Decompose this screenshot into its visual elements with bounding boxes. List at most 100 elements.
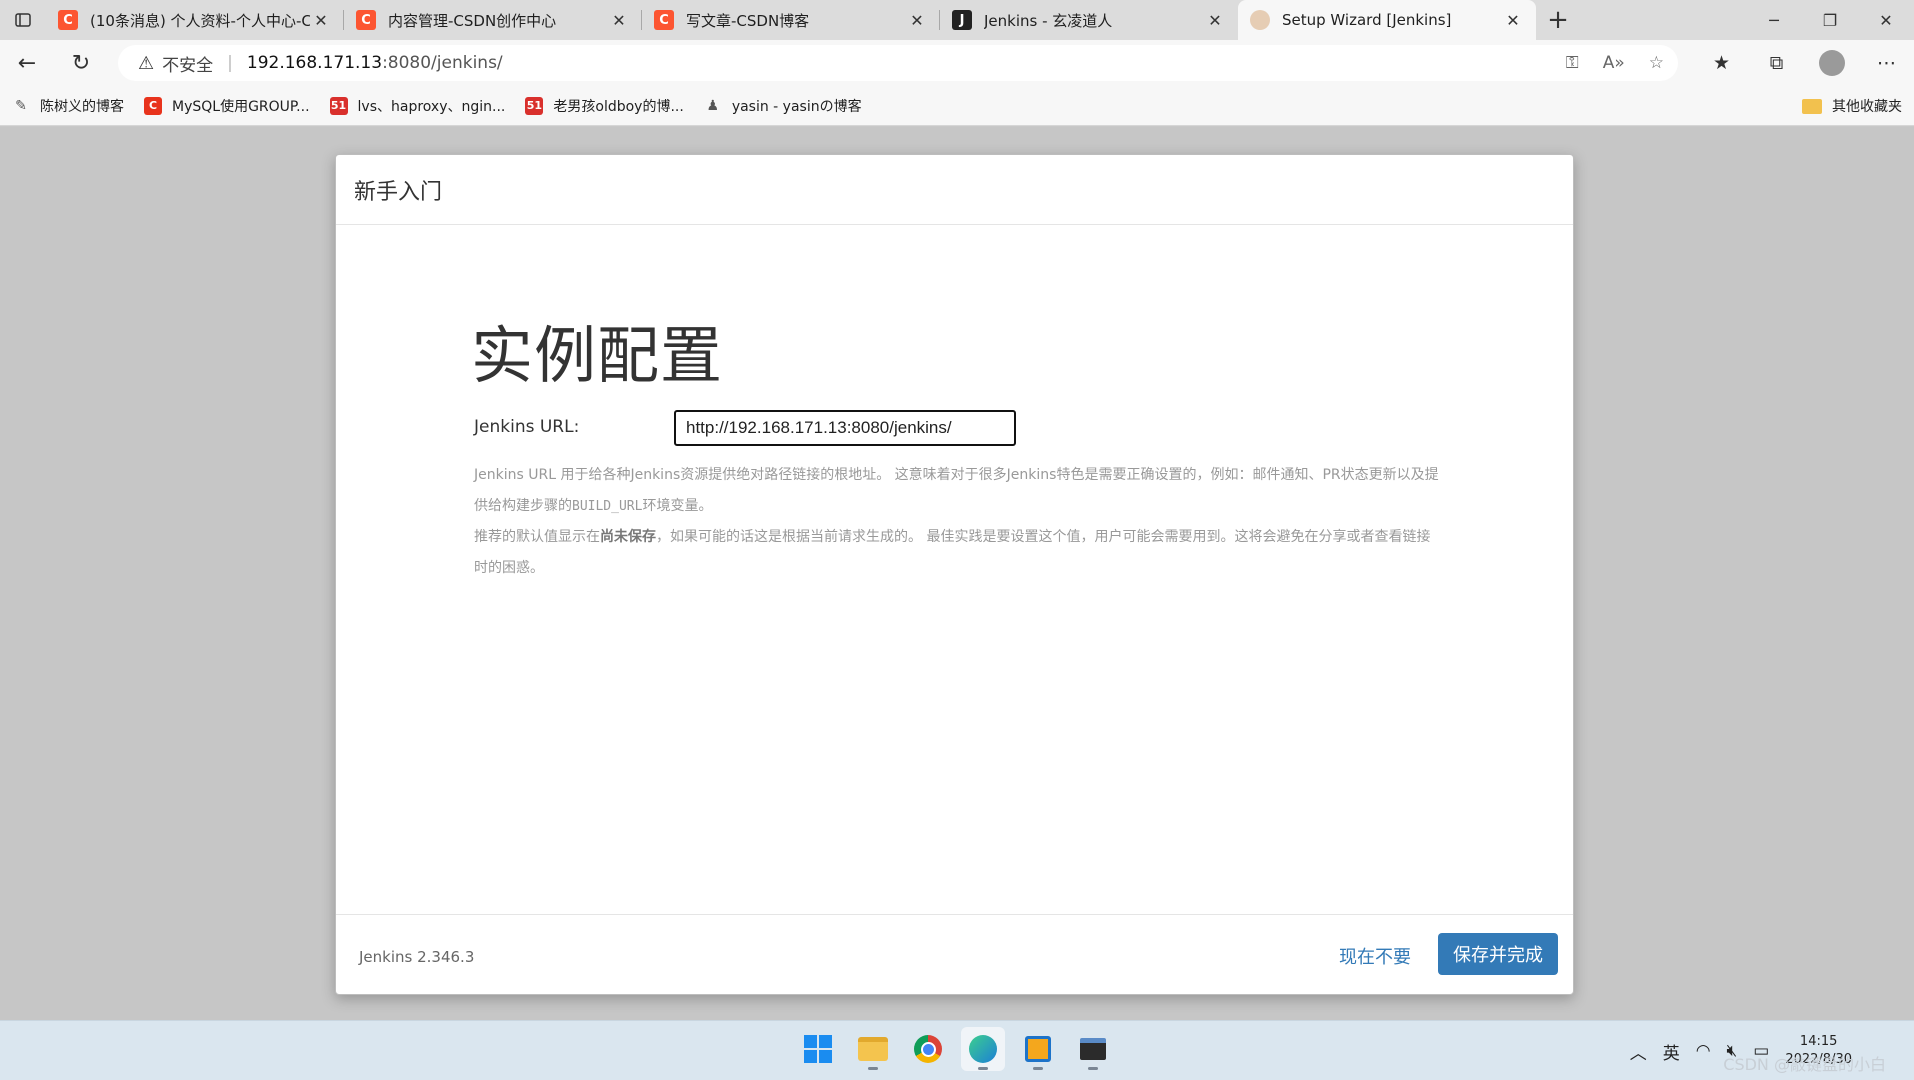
csdn-icon: C <box>654 10 674 30</box>
chrome-button[interactable] <box>906 1027 950 1071</box>
help-text: Jenkins URL 用于给各种Jenkins资源提供绝对路径链接的根地址。 … <box>474 460 1444 584</box>
add-favorite-icon[interactable]: ☆ <box>1649 53 1664 73</box>
collections-icon[interactable]: ⧉ <box>1749 40 1804 86</box>
profile-button[interactable] <box>1804 40 1859 86</box>
back-button[interactable]: ← <box>0 40 54 86</box>
address-bar-icons: ⚿ A» ☆ <box>1566 45 1664 81</box>
bookmark-label: lvs、haproxy、ngin... <box>357 98 506 115</box>
bookmark-label: MySQL使用GROUP... <box>172 98 310 115</box>
tab-actions-button[interactable] <box>0 0 46 40</box>
new-tab-button[interactable]: + <box>1536 0 1580 40</box>
reload-button[interactable]: ↻ <box>54 40 108 86</box>
tab-strip: C (10条消息) 个人资料-个人中心-C ✕ C 内容管理-CSDN创作中心 … <box>0 0 1914 40</box>
browser-tab-2[interactable]: C 内容管理-CSDN创作中心 ✕ <box>344 0 642 40</box>
restore-button[interactable]: ❐ <box>1802 0 1858 40</box>
build-url-code: BUILD_URL <box>572 499 643 514</box>
chrome-icon <box>914 1035 942 1063</box>
key-icon[interactable]: ⚿ <box>1566 53 1579 73</box>
running-indicator <box>978 1067 988 1070</box>
page-title: 实例配置 <box>471 319 724 392</box>
csdn-icon: C <box>356 10 376 30</box>
url-host: 192.168.171.13 <box>246 53 383 73</box>
other-bookmarks-label: 其他收藏夹 <box>1832 99 1902 115</box>
taskbar-apps <box>796 1027 1115 1071</box>
address-divider: | <box>227 53 233 73</box>
toolbar-right-icons: ★ ⧉ ⋯ <box>1694 40 1914 86</box>
save-and-finish-button[interactable]: 保存并完成 <box>1438 933 1558 975</box>
terminal-icon <box>1080 1038 1106 1060</box>
address-bar[interactable]: ⚠ 不安全 | 192.168.171.13:8080/jenkins/ ⚿ A… <box>118 45 1678 81</box>
bookmarks-bar: ✎ 陈树义的博客 C MySQL使用GROUP... 51 lvs、haprox… <box>0 86 1914 126</box>
vmware-button[interactable] <box>1016 1027 1060 1071</box>
file-explorer-icon <box>858 1037 888 1061</box>
bookmark-item[interactable]: 51 老男孩oldboy的博... <box>525 96 684 116</box>
bookmark-item[interactable]: ✎ 陈树义的博客 <box>12 96 124 116</box>
skip-link[interactable]: 现在不要 <box>1339 943 1411 969</box>
read-aloud-icon[interactable]: A» <box>1603 53 1625 73</box>
blog-icon: ✎ <box>15 97 27 114</box>
favorites-icon[interactable]: ★ <box>1694 40 1749 86</box>
show-hidden-icons-icon[interactable]: ︿ <box>1630 1039 1647 1064</box>
tab-actions-icon <box>15 13 31 27</box>
close-icon[interactable]: ✕ <box>1204 11 1226 30</box>
close-icon[interactable]: ✕ <box>906 11 928 30</box>
bookmark-label: 老男孩oldboy的博... <box>553 98 684 115</box>
close-icon[interactable]: ✕ <box>310 11 332 30</box>
user-icon: ♟ <box>706 97 720 114</box>
tab-title: (10条消息) 个人资料-个人中心-C <box>90 11 310 30</box>
browser-tab-1[interactable]: C (10条消息) 个人资料-个人中心-C ✕ <box>46 0 344 40</box>
bookmark-item[interactable]: C MySQL使用GROUP... <box>144 96 310 116</box>
bookmark-item[interactable]: ♟ yasin - yasinの博客 <box>704 96 862 116</box>
security-label[interactable]: 不安全 <box>162 51 213 76</box>
bookmark-label: yasin - yasinの博客 <box>731 98 862 115</box>
windows-logo-icon <box>804 1035 832 1063</box>
tab-title: 写文章-CSDN博客 <box>686 11 810 30</box>
51cto-icon: 51 <box>525 96 544 115</box>
running-indicator <box>1088 1067 1098 1070</box>
browser-tab-4[interactable]: J Jenkins - 玄凌道人 ✕ <box>940 0 1238 40</box>
dialog-footer: Jenkins 2.346.3 现在不要 保存并完成 <box>336 914 1573 994</box>
clock-time: 14:15 <box>1799 1034 1838 1049</box>
jenkins-icon: J <box>952 10 972 30</box>
wifi-icon[interactable]: ◠ <box>1696 1041 1711 1061</box>
jenkins-url-label: Jenkins URL: <box>474 417 580 437</box>
jenkins-butler-icon <box>1250 10 1270 30</box>
avatar <box>1818 50 1845 76</box>
bookmark-label: 陈树义的博客 <box>40 98 124 115</box>
running-indicator <box>1033 1067 1043 1070</box>
jenkins-url-input[interactable] <box>674 410 1016 446</box>
browser-tab-3[interactable]: C 写文章-CSDN博客 ✕ <box>642 0 940 40</box>
warning-icon: ⚠ <box>138 52 155 74</box>
jenkins-version: Jenkins 2.346.3 <box>359 948 475 966</box>
folder-icon <box>1802 98 1822 114</box>
window-controls: ─ ❐ ✕ <box>1746 0 1914 40</box>
close-window-button[interactable]: ✕ <box>1858 0 1914 40</box>
vmware-icon <box>1025 1036 1051 1062</box>
edge-button[interactable] <box>961 1027 1005 1071</box>
more-menu-icon[interactable]: ⋯ <box>1859 40 1914 86</box>
dialog-header: 新手入门 <box>336 155 1573 225</box>
bookmark-item[interactable]: 51 lvs、haproxy、ngin... <box>329 96 506 116</box>
not-saved-emphasis: 尚未保存 <box>600 529 656 545</box>
file-explorer-button[interactable] <box>851 1027 895 1071</box>
running-indicator <box>868 1067 878 1070</box>
browser-tab-5[interactable]: Setup Wizard [Jenkins] ✕ <box>1238 0 1536 40</box>
edge-icon <box>969 1035 997 1063</box>
terminal-button[interactable] <box>1071 1027 1115 1071</box>
minimize-button[interactable]: ─ <box>1746 0 1802 40</box>
close-icon[interactable]: ✕ <box>608 11 630 30</box>
watermark: CSDN @敲键盘的小白 <box>1723 1055 1886 1074</box>
taskbar: ︿ 英 ◠ 🔇︎ ▭ 14:15 2022/8/30 CSDN @敲键盘的小白 <box>0 1020 1914 1080</box>
page-content: 新手入门 实例配置 Jenkins URL: Jenkins URL 用于给各种… <box>0 127 1914 1020</box>
close-icon[interactable]: ✕ <box>1502 11 1524 30</box>
ime-indicator[interactable]: 英 <box>1663 1039 1680 1064</box>
csdn-icon: C <box>144 96 162 115</box>
browser-toolbar: ← ↻ ⚠ 不安全 | 192.168.171.13:8080/jenkins/… <box>0 40 1914 86</box>
tab-title: 内容管理-CSDN创作中心 <box>388 11 557 30</box>
setup-wizard-dialog: 新手入门 实例配置 Jenkins URL: Jenkins URL 用于给各种… <box>335 154 1574 995</box>
url-path: :8080/jenkins/ <box>382 53 503 73</box>
csdn-icon: C <box>58 10 78 30</box>
other-bookmarks[interactable]: 其他收藏夹 <box>1802 86 1902 126</box>
help-text-part: 推荐的默认值显示在 <box>474 529 600 545</box>
start-button[interactable] <box>796 1027 840 1071</box>
